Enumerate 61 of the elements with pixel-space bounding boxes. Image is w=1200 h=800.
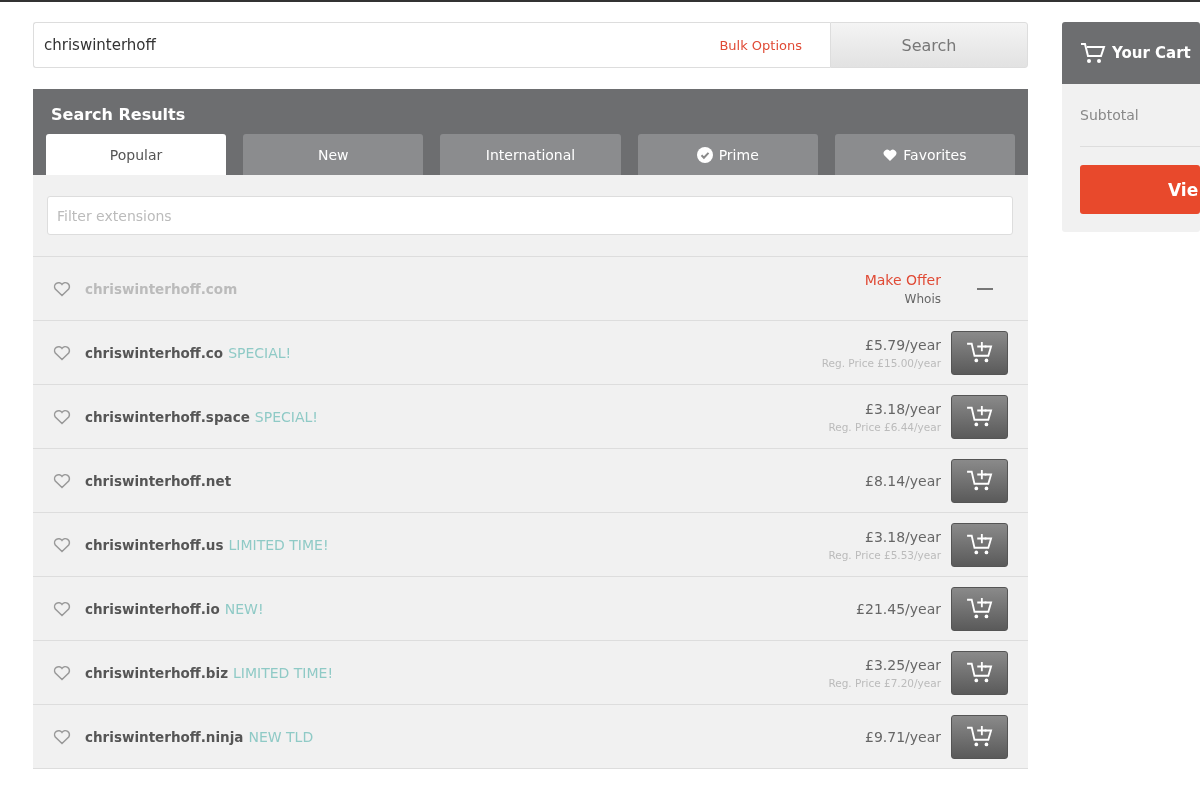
- heart-icon[interactable]: [53, 728, 71, 745]
- domain-name: chriswinterhoff.net: [85, 472, 232, 489]
- price: £9.71/year: [864, 728, 941, 745]
- promo-label: LIMITED TIME!: [233, 664, 333, 681]
- add-to-cart-button[interactable]: [951, 458, 1008, 503]
- tab[interactable]: Prime: [637, 134, 818, 175]
- heart-icon: [883, 148, 898, 161]
- domain-name: chriswinterhoff.ninja: [85, 728, 244, 745]
- domain-name: chriswinterhoff.biz: [85, 664, 228, 681]
- price: £3.25/year: [864, 656, 941, 673]
- add-to-cart-button[interactable]: [951, 522, 1008, 567]
- add-to-cart-button[interactable]: [951, 650, 1008, 695]
- promo-label: SPECIAL!: [254, 408, 318, 425]
- make-offer-link[interactable]: Make Offer: [864, 271, 941, 288]
- price: £8.14/year: [864, 472, 941, 489]
- check-circle-icon: [696, 146, 713, 163]
- price: £3.18/year: [864, 528, 941, 545]
- price: £21.45/year: [856, 600, 941, 617]
- tab[interactable]: New: [243, 134, 424, 175]
- whois-link[interactable]: Whois: [904, 291, 941, 306]
- domain-name: chriswinterhoff.space: [85, 408, 250, 425]
- cart-plus-icon: [965, 660, 994, 685]
- view-cart-button[interactable]: Vie: [1080, 165, 1200, 214]
- cart-plus-icon: [965, 532, 994, 557]
- collapse-icon[interactable]: [977, 287, 993, 290]
- add-to-cart-button[interactable]: [951, 714, 1008, 759]
- add-to-cart-button[interactable]: [951, 586, 1008, 631]
- cart-plus-icon: [965, 340, 994, 365]
- heart-icon[interactable]: [53, 280, 71, 297]
- cart-plus-icon: [965, 468, 994, 493]
- subtotal-label: Subtotal: [1080, 106, 1140, 125]
- results-title: Search Results: [50, 105, 187, 124]
- search-button[interactable]: Search: [830, 22, 1028, 68]
- bulk-options-link[interactable]: Bulk Options: [719, 37, 802, 53]
- tab[interactable]: International: [440, 134, 621, 175]
- heart-icon[interactable]: [53, 472, 71, 489]
- price: £5.79/year: [864, 336, 941, 353]
- cart-plus-icon: [965, 404, 994, 429]
- cart-icon: [1080, 42, 1106, 64]
- cart-plus-icon: [965, 596, 994, 621]
- promo-label: LIMITED TIME!: [228, 536, 329, 553]
- heart-icon[interactable]: [53, 536, 71, 553]
- promo-label: NEW!: [224, 600, 264, 617]
- heart-icon[interactable]: [53, 344, 71, 361]
- filter-field[interactable]: Filter extensions: [47, 196, 1013, 235]
- heart-icon[interactable]: [53, 600, 71, 617]
- add-to-cart-button[interactable]: [951, 394, 1008, 439]
- search-field[interactable]: chriswinterhoff Bulk Options: [33, 22, 830, 68]
- domain-name: chriswinterhoff.co: [85, 344, 224, 361]
- heart-icon[interactable]: [53, 408, 71, 425]
- tab[interactable]: Favorites: [834, 134, 1015, 175]
- tab[interactable]: Popular: [46, 134, 227, 175]
- promo-label: SPECIAL!: [228, 344, 292, 361]
- domain-name: chriswinterhoff.us: [85, 536, 224, 553]
- cart-plus-icon: [965, 724, 994, 749]
- domain-name: chriswinterhoff.io: [85, 600, 220, 617]
- price: £3.18/year: [864, 400, 941, 417]
- heart-icon[interactable]: [53, 664, 71, 681]
- add-to-cart-button[interactable]: [951, 330, 1008, 375]
- cart-title: Your Cart: [1112, 44, 1191, 62]
- promo-label: NEW TLD: [248, 728, 314, 745]
